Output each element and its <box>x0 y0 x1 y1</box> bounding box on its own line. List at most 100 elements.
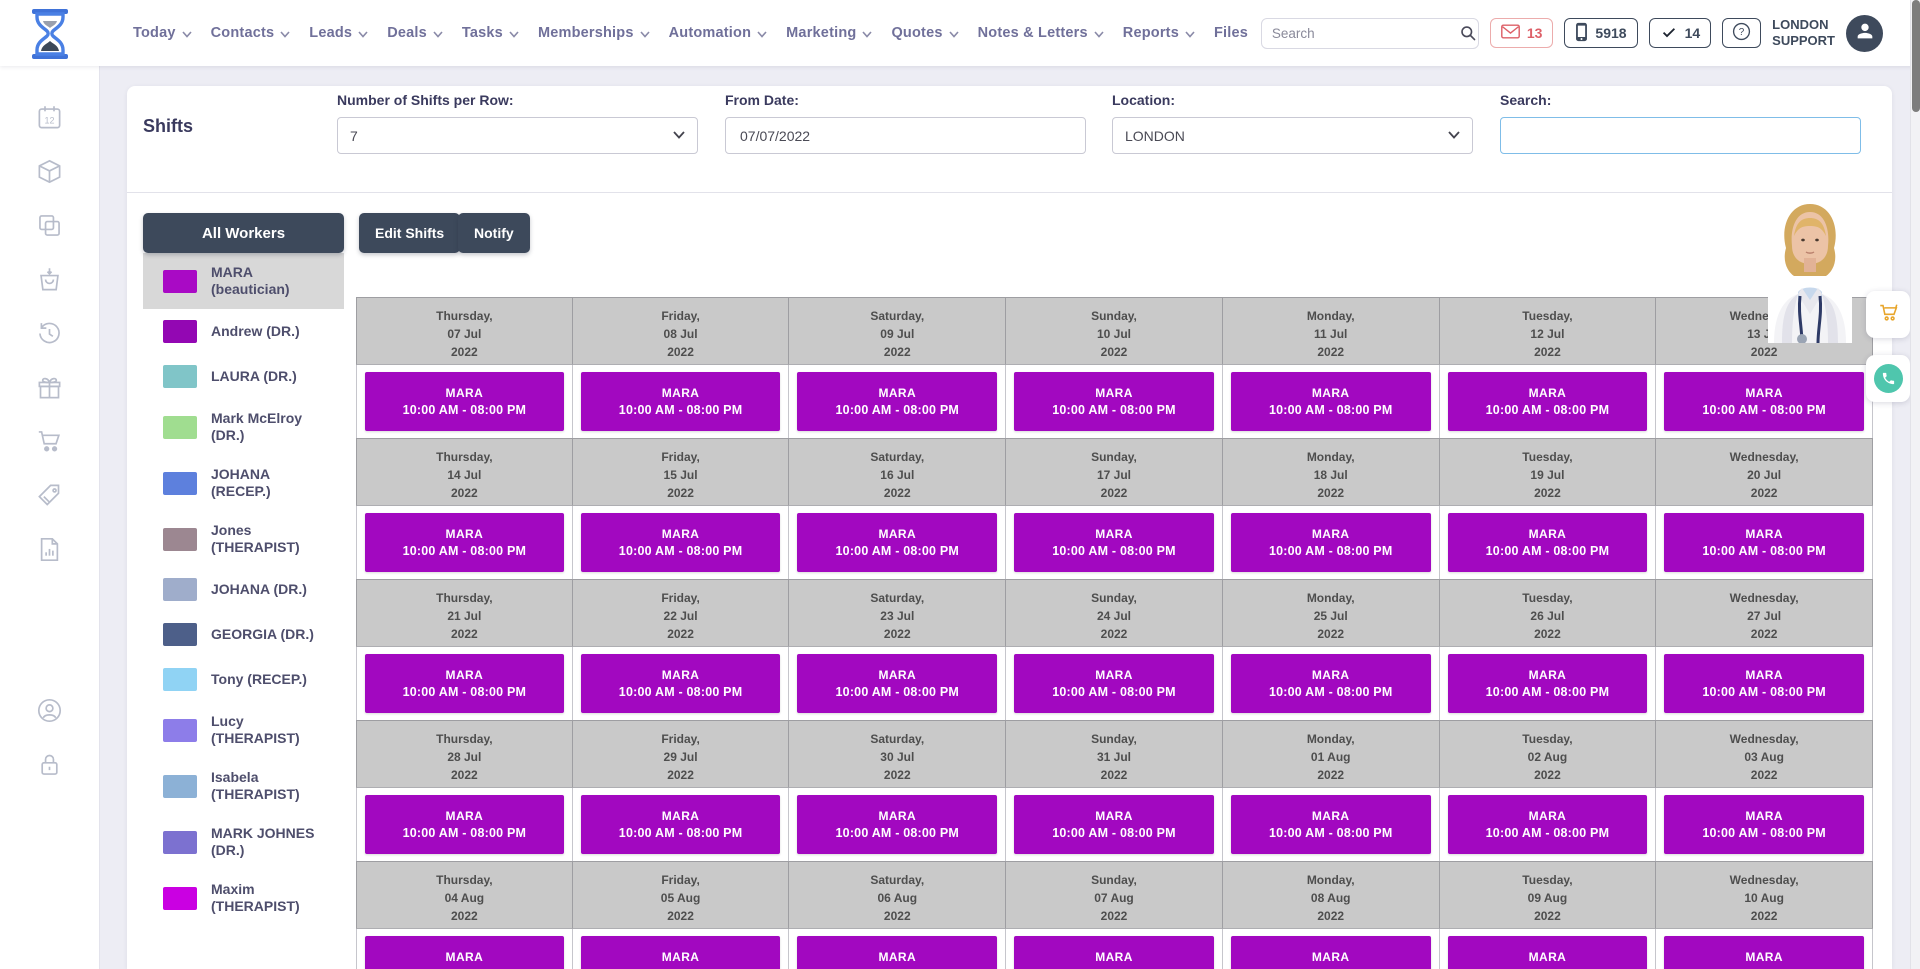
shift-card[interactable]: MARA 10:00 AM - 08:00 PM <box>1014 372 1214 431</box>
cube-icon[interactable] <box>36 158 63 185</box>
nav-item[interactable]: Notes & Letters <box>978 25 1104 41</box>
day-shift-cell: MARA 10:00 AM - 08:00 PM <box>1006 365 1223 438</box>
user-avatar[interactable] <box>1846 15 1883 52</box>
phone-calls-button[interactable]: 5918 <box>1564 18 1637 48</box>
worker-row[interactable]: Tony (RECEP.) <box>143 657 344 702</box>
shift-card[interactable]: MARA 10:00 AM - 08:00 PM <box>1014 795 1214 854</box>
shift-card[interactable]: MARA 10:00 AM - 08:00 PM <box>1448 654 1648 713</box>
help-button[interactable]: ? <box>1722 18 1761 48</box>
global-search-input[interactable] <box>1262 26 1459 41</box>
worker-row[interactable]: MARK JOHNES (DR.) <box>143 814 344 870</box>
calendar-icon[interactable]: 12 <box>36 104 63 131</box>
nav-item[interactable]: Reports <box>1123 25 1195 41</box>
search-icon[interactable] <box>1459 24 1478 42</box>
location-select[interactable]: LONDON <box>1112 117 1473 154</box>
lock-icon[interactable] <box>36 751 63 778</box>
nav-item[interactable]: Leads <box>309 25 368 41</box>
nav-item[interactable]: Marketing <box>786 25 872 41</box>
shift-card[interactable]: MARA 10:00 AM - 08:00 PM <box>581 795 781 854</box>
shift-card[interactable]: MARA 10:00 AM - 08:00 PM <box>797 654 997 713</box>
worker-row[interactable]: Lucy (THERAPIST) <box>143 702 344 758</box>
worker-color-swatch <box>163 320 197 343</box>
nav-item[interactable]: Contacts <box>211 25 291 41</box>
shift-card[interactable]: MARA 10:00 AM - 08:00 PM <box>1448 795 1648 854</box>
shift-card[interactable]: MARA 10:00 AM - 08:00 PM <box>797 936 997 969</box>
shift-card[interactable]: MARA 10:00 AM - 08:00 PM <box>365 513 564 572</box>
nav-item[interactable]: Today <box>133 25 192 41</box>
worker-row[interactable]: Jones (THERAPIST) <box>143 511 344 567</box>
day-weekday: Saturday, <box>789 307 1005 325</box>
shift-card[interactable]: MARA 10:00 AM - 08:00 PM <box>581 372 781 431</box>
shift-card[interactable]: MARA 10:00 AM - 08:00 PM <box>1664 936 1864 969</box>
worker-row[interactable]: Maxim (THERAPIST) <box>143 870 344 926</box>
shift-card[interactable]: MARA 10:00 AM - 08:00 PM <box>581 513 781 572</box>
basket-icon[interactable] <box>36 266 63 293</box>
worker-color-swatch <box>163 416 197 439</box>
tasks-button[interactable]: 14 <box>1649 18 1712 48</box>
day-date: 02 Aug <box>1440 748 1656 766</box>
shift-card[interactable]: MARA 10:00 AM - 08:00 PM <box>1231 513 1431 572</box>
nav-item[interactable]: Tasks <box>462 25 519 41</box>
shift-card[interactable]: MARA 10:00 AM - 08:00 PM <box>797 513 997 572</box>
shift-card[interactable]: MARA 10:00 AM - 08:00 PM <box>1231 795 1431 854</box>
day-year: 2022 <box>357 625 572 643</box>
worker-row[interactable]: Isabela (THERAPIST) <box>143 758 344 814</box>
shift-worker-name: MARA <box>446 386 484 400</box>
shift-card[interactable]: MARA 10:00 AM - 08:00 PM <box>1448 513 1648 572</box>
shift-card[interactable]: MARA 10:00 AM - 08:00 PM <box>1014 936 1214 969</box>
shift-card[interactable]: MARA 10:00 AM - 08:00 PM <box>365 372 564 431</box>
shift-time: 10:00 AM - 08:00 PM <box>1702 403 1826 417</box>
worker-name: Mark McElroy (DR.) <box>211 410 333 444</box>
shift-card[interactable]: MARA 10:00 AM - 08:00 PM <box>1014 654 1214 713</box>
shift-card[interactable]: MARA 10:00 AM - 08:00 PM <box>797 795 997 854</box>
gift-icon[interactable] <box>36 374 63 401</box>
edit-shifts-button[interactable]: Edit Shifts <box>359 213 460 253</box>
scrollbar-thumb[interactable] <box>1912 0 1920 112</box>
report-icon[interactable] <box>36 536 63 563</box>
shift-card[interactable]: MARA 10:00 AM - 08:00 PM <box>365 795 564 854</box>
shift-card[interactable]: MARA 10:00 AM - 08:00 PM <box>1014 513 1214 572</box>
shift-card[interactable]: MARA 10:00 AM - 08:00 PM <box>1664 654 1864 713</box>
nav-item[interactable]: Files <box>1214 25 1248 41</box>
history-icon[interactable] <box>36 320 63 347</box>
worker-row[interactable]: MARA (beautician) <box>143 253 344 309</box>
notify-button[interactable]: Notify <box>458 213 530 253</box>
worker-row[interactable]: GEORGIA (DR.) <box>143 612 344 657</box>
messages-button[interactable]: 13 <box>1490 18 1554 48</box>
phone-fab[interactable] <box>1866 355 1910 402</box>
shift-card[interactable]: MARA 10:00 AM - 08:00 PM <box>365 936 564 969</box>
worker-row[interactable]: JOHANA (RECEP.) <box>143 455 344 511</box>
shift-card[interactable]: MARA 10:00 AM - 08:00 PM <box>1664 372 1864 431</box>
worker-row[interactable]: LAURA (DR.) <box>143 354 344 399</box>
worker-row[interactable]: JOHANA (DR.) <box>143 567 344 612</box>
shift-card[interactable]: MARA 10:00 AM - 08:00 PM <box>1448 936 1648 969</box>
shift-card[interactable]: MARA 10:00 AM - 08:00 PM <box>1664 795 1864 854</box>
shift-card[interactable]: MARA 10:00 AM - 08:00 PM <box>797 372 997 431</box>
shifts-per-row-select[interactable]: 7 <box>337 117 698 154</box>
shift-card[interactable]: MARA 10:00 AM - 08:00 PM <box>581 936 781 969</box>
shift-card[interactable]: MARA 10:00 AM - 08:00 PM <box>1231 936 1431 969</box>
nav-item[interactable]: Deals <box>387 25 443 41</box>
shift-card[interactable]: MARA 10:00 AM - 08:00 PM <box>1448 372 1648 431</box>
shift-card[interactable]: MARA 10:00 AM - 08:00 PM <box>365 654 564 713</box>
worker-row[interactable]: Mark McElroy (DR.) <box>143 399 344 455</box>
shift-card[interactable]: MARA 10:00 AM - 08:00 PM <box>1231 372 1431 431</box>
worker-search-input[interactable] <box>1513 127 1848 145</box>
shift-card[interactable]: MARA 10:00 AM - 08:00 PM <box>1231 654 1431 713</box>
all-workers-button[interactable]: All Workers <box>143 213 344 253</box>
copy-icon[interactable] <box>36 212 63 239</box>
nav-item[interactable]: Quotes <box>891 25 958 41</box>
from-date-input[interactable] <box>738 127 1073 145</box>
day-weekday: Tuesday, <box>1440 871 1656 889</box>
user-circle-icon[interactable] <box>36 697 63 724</box>
worker-row[interactable]: Andrew (DR.) <box>143 309 344 354</box>
day-shift-cell: MARA 10:00 AM - 08:00 PM <box>1223 506 1440 579</box>
cart-fab[interactable] <box>1866 291 1910 338</box>
nav-item[interactable]: Memberships <box>538 25 650 41</box>
cart-icon[interactable] <box>36 428 63 455</box>
nav-item[interactable]: Automation <box>669 25 768 41</box>
shift-card[interactable]: MARA 10:00 AM - 08:00 PM <box>1664 513 1864 572</box>
shift-card[interactable]: MARA 10:00 AM - 08:00 PM <box>581 654 781 713</box>
price-tag-icon[interactable] <box>36 482 63 509</box>
day-weekday: Thursday, <box>357 307 572 325</box>
